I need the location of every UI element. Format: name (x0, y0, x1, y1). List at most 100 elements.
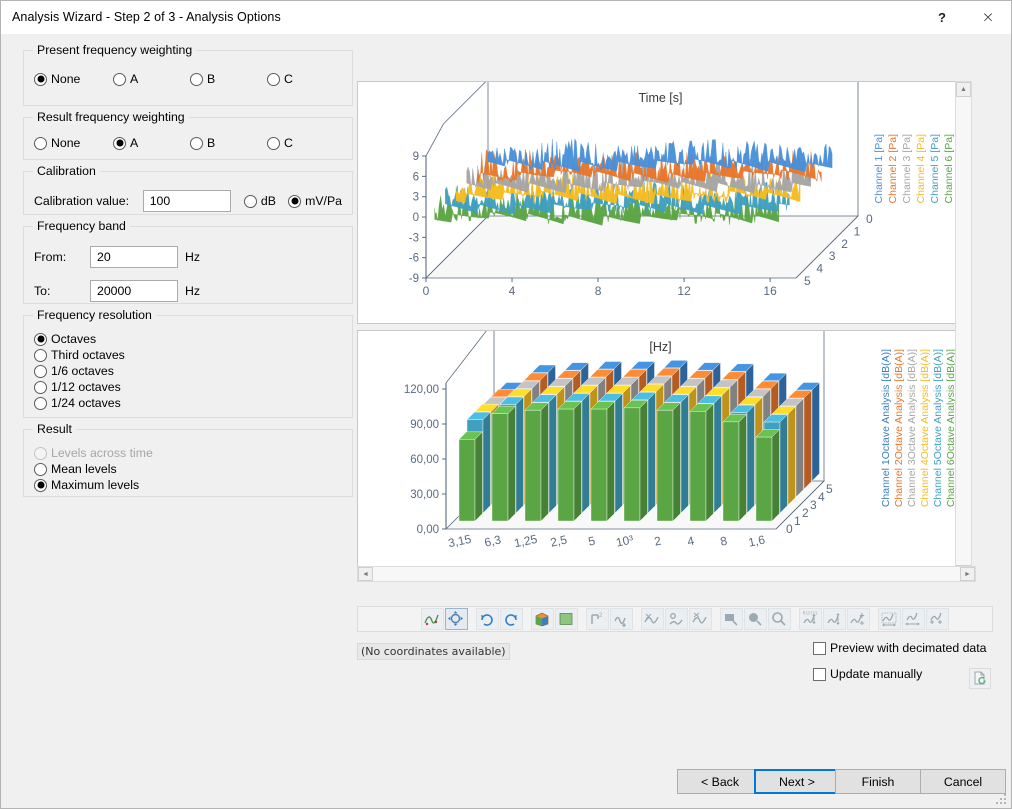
frequency-to-input[interactable]: 20000 (90, 280, 178, 302)
resize-grip-icon[interactable] (995, 793, 1007, 805)
toolbar-button-rotate-cw[interactable] (475, 608, 499, 630)
refresh-preview-button[interactable] (969, 668, 991, 689)
radio-label: None (51, 136, 81, 150)
calibration-value-input[interactable]: 100 (142, 190, 231, 212)
radio-present-b[interactable]: B (190, 72, 267, 86)
radio-calibration-mvpa[interactable]: mV/Pa (288, 194, 342, 208)
group-frequency-band: Frequency band From: 20 Hz To: 20000 Hz (23, 219, 353, 304)
close-icon: × (981, 7, 995, 26)
svg-text:8: 8 (595, 284, 602, 298)
zoom-in-icon (749, 613, 762, 626)
radio-label: Third octaves (51, 348, 125, 362)
checkbox-update-manually[interactable]: Update manually (813, 667, 993, 681)
cursor-peak-icon (669, 613, 683, 625)
svg-text:90,00: 90,00 (410, 419, 439, 431)
present-weighting-radios: None A B C (34, 72, 342, 86)
group-title: Result frequency weighting (33, 110, 189, 124)
group-title: Result (33, 422, 76, 436)
rotate-ccw-icon (505, 614, 517, 626)
radio-result-mean-levels[interactable]: Mean levels (34, 462, 342, 476)
svg-text:4: 4 (509, 284, 516, 298)
time-waveform-chart[interactable]: Time [s] 9 6 3 0 -3 -6 -9 0 4 8 12 16 0 1 2 3 4 5 Channel… (357, 81, 964, 324)
radio-dot-icon (34, 348, 47, 362)
radio-dot-icon (288, 194, 302, 208)
radio-resolution-octaves[interactable]: Octaves (34, 332, 342, 346)
toolbar-button-scale-x-expand (925, 608, 949, 630)
legend-item-channel-4: Channel 4 [Pa] (915, 134, 927, 204)
chart-scroll-area: Time [s] 9 6 3 0 -3 -6 -9 0 4 8 12 16 0 1 2 3 4 5 Channel… (357, 81, 976, 582)
svg-text:120,00: 120,00 (404, 384, 439, 396)
cancel-button[interactable]: Cancel (920, 769, 1006, 794)
to-unit-label: Hz (185, 284, 201, 298)
legend-item-channel-6: Channel 6 [Pa] (943, 134, 955, 204)
radio-dot-icon (113, 136, 126, 150)
svg-text:5: 5 (826, 482, 833, 496)
radio-result-c[interactable]: C (267, 136, 293, 150)
radio-label: B (207, 136, 216, 150)
radio-result-none[interactable]: None (34, 136, 113, 150)
svg-text:0: 0 (413, 212, 419, 224)
radio-dot-icon (34, 332, 47, 346)
svg-text:2: 2 (802, 506, 809, 520)
calibration-value-text: 100 (149, 194, 171, 208)
radio-dot-icon (34, 478, 47, 492)
radio-resolution-sixth-octaves[interactable]: 1/6 octaves (34, 364, 342, 378)
frequency-from-input[interactable]: 20 (90, 246, 178, 268)
legend-item-channel-3: Channel 3 [Pa] (901, 134, 913, 204)
radio-result-a[interactable]: A (113, 136, 190, 150)
svg-text:9: 9 (413, 151, 419, 163)
radio-result-b[interactable]: B (190, 136, 267, 150)
scroll-right-arrow-icon[interactable]: ► (960, 567, 975, 581)
next-button[interactable]: Next > (754, 769, 840, 794)
octave-analysis-chart[interactable]: [Hz] 120,00 90,00 60,00 30,00 0,00 3,15 6,3 1,2… (357, 330, 964, 573)
radio-present-none[interactable]: None (34, 72, 113, 86)
radio-resolution-twentyfourth-octaves[interactable]: 1/24 octaves (34, 396, 342, 410)
radio-result-maximum-levels[interactable]: Maximum levels (34, 478, 342, 492)
toolbar-button-3d-view[interactable] (530, 608, 554, 630)
close-button[interactable]: × (965, 1, 1011, 33)
toolbar-button-cursor-single: 2 (585, 608, 609, 630)
svg-text:0,00: 0,00 (417, 524, 439, 536)
svg-text:2,5: 2,5 (549, 532, 569, 549)
octave-chart-canvas: 120,00 90,00 60,00 30,00 0,00 3,15 6,3 1,25 2,5 5… (404, 331, 833, 550)
zoom-rect-icon (725, 614, 738, 626)
chart-vertical-scrollbar[interactable]: ▲ ▼ (955, 81, 972, 581)
scroll-left-arrow-icon[interactable]: ◄ (358, 567, 373, 581)
radio-calibration-db[interactable]: dB (243, 194, 288, 208)
radio-result-levels-across-time: Levels across time (34, 446, 342, 460)
svg-text:0: 0 (786, 522, 793, 536)
radio-label: mV/Pa (305, 194, 342, 208)
chart-horizontal-scrollbar[interactable]: ◄ ► (357, 566, 976, 582)
radio-label: A (130, 72, 139, 86)
svg-text:4: 4 (686, 533, 696, 548)
radio-present-a[interactable]: A (113, 72, 190, 86)
to-value-text: 20000 (97, 284, 132, 298)
radio-dot-icon (34, 136, 47, 150)
time-chart-legend: Channel 1 [Pa] Channel 2 [Pa] Channel 3 [P… (873, 134, 955, 203)
window-title: Analysis Wizard - Step 2 of 3 - Analysis… (12, 10, 281, 24)
group-present-frequency-weighting: Present frequency weighting None A B C (23, 43, 353, 106)
cursor-harmonic-icon (614, 616, 626, 628)
svg-text:5: 5 (587, 533, 597, 548)
help-button[interactable]: ? (919, 1, 965, 33)
checkbox-preview-decimated[interactable]: Preview with decimated data (813, 641, 993, 655)
scroll-up-arrow-icon[interactable]: ▲ (956, 82, 971, 97)
back-button[interactable]: < Back (677, 769, 763, 794)
toolbar-button-rotate-ccw[interactable] (499, 608, 523, 630)
toolbar-button-scale-y-fit (822, 608, 846, 630)
to-label: To: (34, 284, 51, 298)
radio-resolution-twelfth-octaves[interactable]: 1/12 octaves (34, 380, 342, 394)
radio-dot-icon (34, 72, 47, 86)
radio-label: dB (260, 194, 276, 208)
toolbar-button-fit-to-window[interactable] (444, 608, 468, 630)
cursor-single-icon: 2 (591, 613, 603, 624)
toolbar-button-zoom-rect (719, 608, 743, 630)
finish-button[interactable]: Finish (835, 769, 921, 794)
radio-resolution-third-octaves[interactable]: Third octaves (34, 348, 342, 362)
radio-present-c[interactable]: C (267, 72, 293, 86)
frequency-from-row: From: 20 Hz (34, 246, 342, 268)
toolbar-button-curve-edit[interactable] (420, 608, 444, 630)
analysis-wizard-dialog: Analysis Wizard - Step 2 of 3 - Analysis… (0, 0, 1012, 809)
toolbar-button-2d-view[interactable] (554, 608, 578, 630)
toolbar-left-spacer (358, 619, 420, 620)
